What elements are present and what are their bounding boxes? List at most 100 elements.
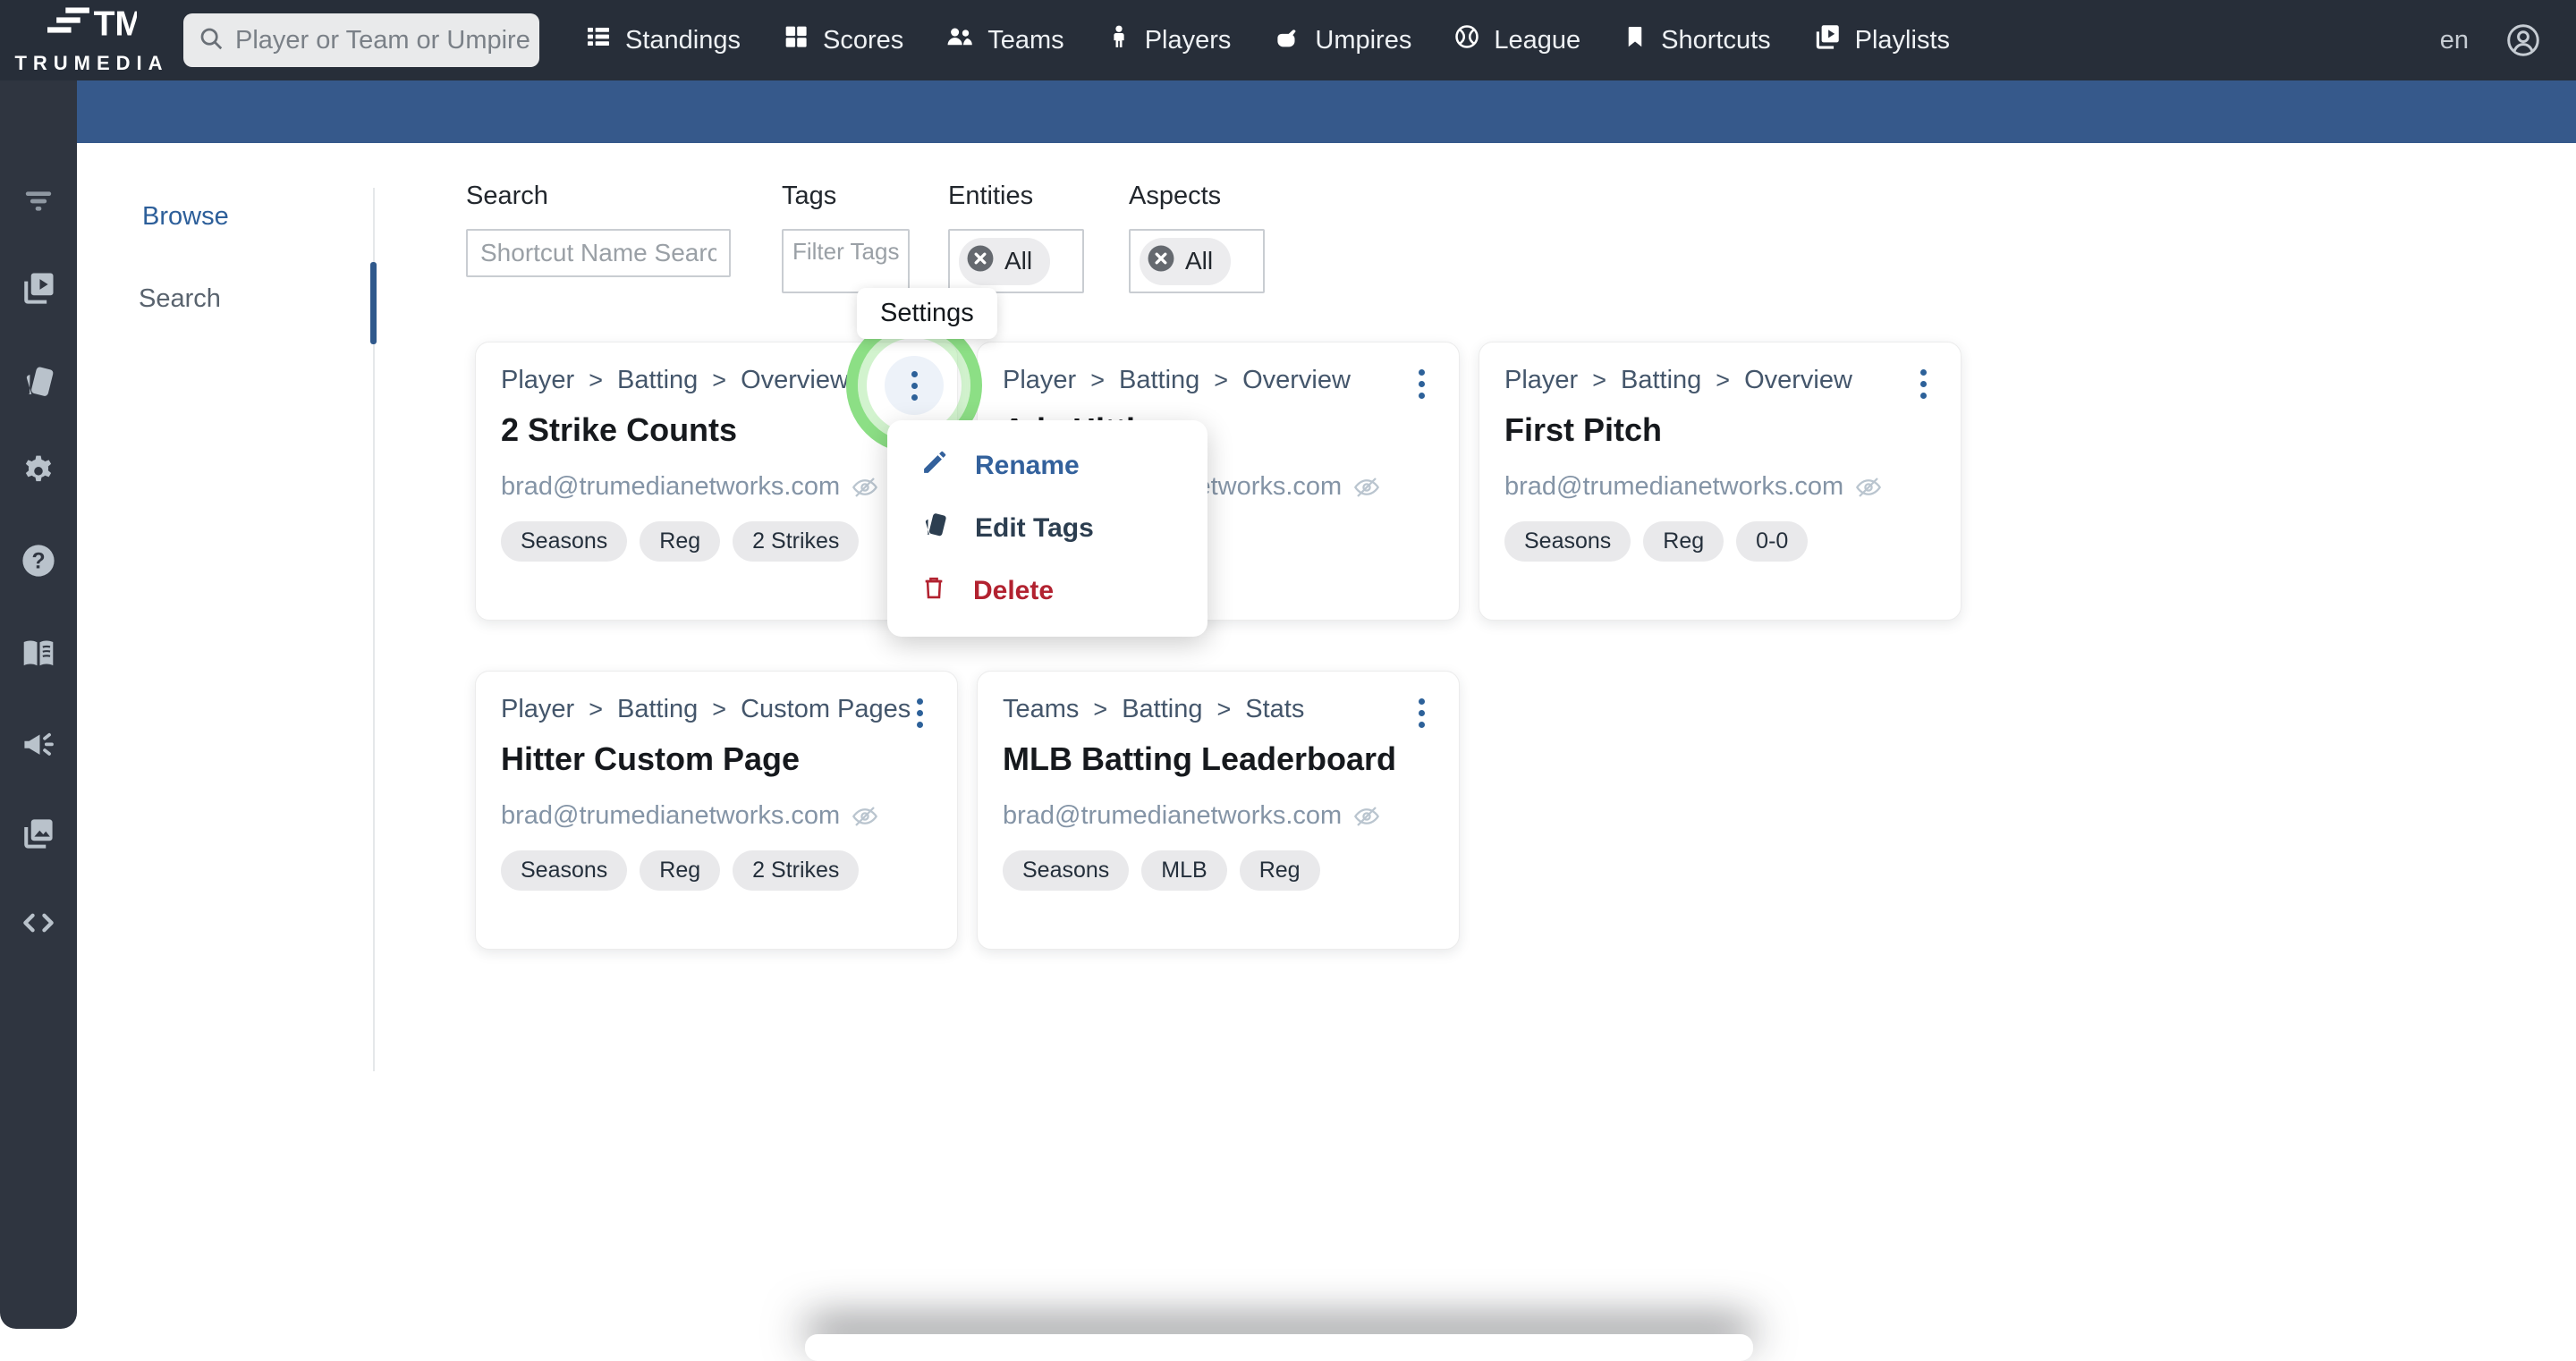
filter-icon[interactable]: [17, 179, 60, 222]
eye-slash-icon: [851, 473, 879, 502]
nav-item-standings[interactable]: Standings: [584, 21, 741, 59]
eye-slash-icon: [1854, 473, 1883, 502]
aspects-all-chip[interactable]: All: [1140, 237, 1232, 285]
card-settings-kebab-button[interactable]: [1398, 360, 1445, 407]
standings-icon: [584, 22, 613, 58]
images-icon[interactable]: [17, 812, 60, 855]
subnav-item-search[interactable]: Search: [139, 284, 221, 314]
book-icon[interactable]: [17, 633, 60, 676]
bottom-sheet-shadow: [805, 1334, 1753, 1361]
eye-slash-icon: [851, 802, 879, 831]
tags-icon[interactable]: [17, 360, 60, 403]
menu-item-label: Edit Tags: [975, 513, 1094, 543]
nav-item-scores[interactable]: Scores: [782, 21, 903, 59]
nav-item-label: League: [1494, 25, 1581, 55]
help-icon[interactable]: ?: [17, 539, 60, 582]
filter-group-tags: Tags: [782, 182, 910, 293]
menu-item-rename[interactable]: Rename: [887, 435, 1208, 497]
tag-pill: Reg: [1643, 521, 1724, 562]
primary-nav: Standings Scores Teams Players Umpires L…: [584, 21, 1950, 59]
nav-item-players[interactable]: Players: [1106, 21, 1232, 59]
nav-item-label: Players: [1144, 25, 1232, 55]
menu-item-delete[interactable]: Delete: [887, 560, 1208, 622]
card-title: First Pitch: [1504, 411, 1663, 448]
shortcut-card[interactable]: Teams Batting Stats MLB Batting Leaderbo…: [977, 671, 1460, 950]
nav-item-playlists[interactable]: Playlists: [1812, 21, 1950, 59]
nav-item-league[interactable]: League: [1453, 21, 1580, 59]
card-tags: Seasons Reg 0-0: [1504, 521, 1936, 562]
menu-item-edit-tags[interactable]: Edit Tags: [887, 497, 1208, 560]
chip-label: All: [1185, 247, 1214, 275]
chip-label: All: [1004, 247, 1033, 275]
remove-chip-icon[interactable]: [1146, 243, 1176, 280]
card-context-menu: Rename Edit Tags Delete: [887, 420, 1208, 637]
filter-group-entities: Entities All: [948, 182, 1084, 293]
filter-tags-input[interactable]: [792, 238, 899, 266]
shortcut-name-search-input[interactable]: [466, 229, 731, 277]
tag-pill: Seasons: [501, 850, 628, 891]
megaphone-icon[interactable]: [17, 723, 60, 765]
settings-tooltip: Settings: [857, 288, 997, 339]
nav-item-shortcuts[interactable]: Shortcuts: [1622, 21, 1771, 59]
entities-chip-box[interactable]: All: [948, 229, 1084, 293]
playlists-icon[interactable]: [17, 266, 60, 309]
trumedia-logo-icon: TM: [47, 5, 143, 49]
card-tags: Seasons Reg 2 Strikes: [501, 850, 932, 891]
brand-name: TRUMEDIA: [14, 52, 169, 74]
card-owner: brad@trumedianetworks.com: [1504, 472, 1936, 502]
tag-pill: Seasons: [501, 521, 628, 562]
card-title: Hitter Custom Page: [501, 740, 801, 777]
tag-pill: 0-0: [1736, 521, 1809, 562]
trash-icon: [919, 573, 948, 609]
filter-tags-box[interactable]: [782, 229, 910, 293]
shortcut-card[interactable]: Player Batting Custom Pages Hitter Custo…: [475, 671, 958, 950]
nav-item-umpires[interactable]: Umpires: [1272, 21, 1411, 59]
card-owner: brad@trumedianetworks.com: [501, 472, 932, 502]
global-search[interactable]: [183, 13, 572, 67]
umpires-icon: [1272, 21, 1302, 59]
nav-right: en: [2440, 21, 2576, 59]
nav-item-label: Standings: [625, 25, 741, 55]
subnav-item-browse[interactable]: Browse: [142, 202, 229, 232]
svg-text:TM: TM: [93, 5, 136, 44]
top-nav: TM TRUMEDIA Standings: [0, 0, 2576, 80]
nav-item-label: Shortcuts: [1661, 25, 1771, 55]
tag-pill: Reg: [640, 850, 721, 891]
filter-label-search: Search: [466, 182, 548, 210]
aspects-chip-box[interactable]: All: [1129, 229, 1265, 293]
global-search-input[interactable]: [235, 25, 572, 55]
icon-sidebar: ?: [0, 80, 77, 1329]
tag-pill: Reg: [640, 521, 721, 562]
subnav-active-indicator[interactable]: [370, 262, 377, 344]
user-avatar-icon[interactable]: [2504, 21, 2542, 59]
card-settings-kebab-button[interactable]: [1398, 689, 1445, 736]
tag-pill: 2 Strikes: [733, 521, 860, 562]
remove-chip-icon[interactable]: [965, 243, 996, 280]
tag-pill: Seasons: [1504, 521, 1631, 562]
card-settings-kebab-button[interactable]: [1900, 360, 1946, 407]
language-selector[interactable]: en: [2440, 26, 2469, 55]
shortcut-card[interactable]: Player Batting Overview First Pitch brad…: [1479, 342, 1962, 621]
players-icon: [1106, 23, 1132, 57]
shortcut-cards-grid: Player Batting Overview 2 Strike Counts …: [475, 317, 2013, 950]
nav-item-label: Teams: [987, 25, 1064, 55]
nav-item-label: Scores: [823, 25, 904, 55]
card-settings-kebab-button[interactable]: [885, 356, 944, 415]
shortcut-card[interactable]: Player Batting Overview 2 Strike Counts …: [475, 317, 982, 621]
code-icon[interactable]: [17, 901, 60, 944]
entities-all-chip[interactable]: All: [959, 237, 1051, 285]
nav-item-label: Umpires: [1315, 25, 1412, 55]
menu-item-label: Delete: [973, 576, 1055, 605]
filter-label-entities: Entities: [948, 182, 1034, 210]
nav-item-teams[interactable]: Teams: [945, 21, 1064, 59]
nav-item-label: Playlists: [1854, 25, 1950, 55]
card-settings-kebab-button[interactable]: [896, 689, 943, 736]
breadcrumb: Player Batting Custom Pages: [501, 695, 932, 724]
trumedia-logo[interactable]: TM TRUMEDIA: [0, 0, 183, 80]
card-tags: Seasons Reg 2 Strikes: [501, 521, 932, 562]
card-owner: brad@trumedianetworks.com: [1003, 801, 1434, 831]
breadcrumb: Player Batting Overview: [1003, 366, 1434, 395]
gear-icon[interactable]: [17, 450, 60, 493]
filter-label-aspects: Aspects: [1129, 182, 1222, 210]
card-title: 2 Strike Counts: [501, 411, 738, 448]
